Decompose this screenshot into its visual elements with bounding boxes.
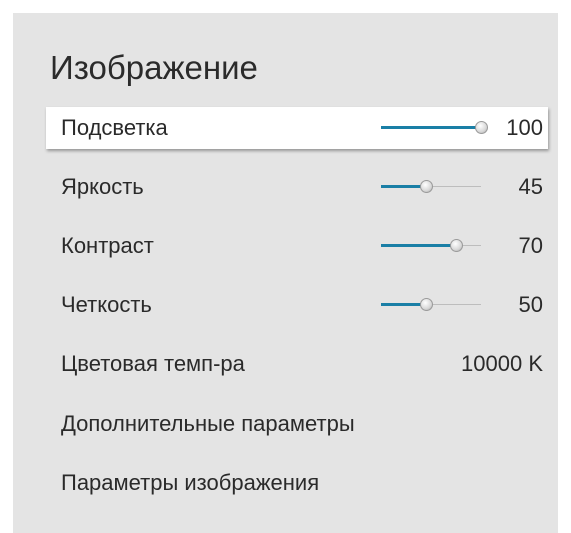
menu-item-label: Цветовая темп-ра: [61, 351, 245, 376]
sharpness-slider[interactable]: [381, 297, 481, 313]
picture-settings-panel: Изображение Подсветка 100 Яркость 45 Кон…: [13, 13, 558, 533]
menu-item-value: 45: [518, 174, 543, 199]
menu-item-label: Яркость: [61, 174, 144, 199]
slider-knob[interactable]: [420, 298, 433, 311]
menu-item-label: Подсветка: [61, 115, 168, 140]
slider-knob[interactable]: [450, 239, 463, 252]
menu-item-value: 70: [518, 233, 543, 258]
menu-item-sharpness[interactable]: Четкость 50: [46, 284, 548, 326]
menu-item-label: Четкость: [61, 292, 152, 317]
slider-fill: [381, 126, 481, 129]
menu-item-label: Параметры изображения: [61, 470, 320, 495]
backlight-slider[interactable]: [381, 120, 488, 136]
menu-item-value: 10000 K: [461, 351, 543, 376]
slider-knob[interactable]: [475, 121, 488, 134]
menu-item-label: Дополнительные параметры: [61, 411, 355, 436]
slider-knob[interactable]: [420, 180, 433, 193]
menu-item-brightness[interactable]: Яркость 45: [46, 166, 548, 208]
menu-item-backlight[interactable]: Подсветка 100: [46, 107, 548, 149]
slider-fill: [381, 244, 456, 247]
menu-item-picture-options[interactable]: Параметры изображения: [46, 462, 548, 504]
menu-item-color-temp[interactable]: Цветовая темп-ра 10000 K: [46, 343, 548, 385]
menu-title: Изображение: [50, 49, 258, 86]
menu-item-value: 50: [518, 292, 543, 317]
contrast-slider[interactable]: [381, 238, 481, 254]
menu-item-label: Контраст: [61, 233, 154, 258]
menu-item-value: 100: [506, 115, 543, 140]
menu-item-contrast[interactable]: Контраст 70: [46, 225, 548, 267]
brightness-slider[interactable]: [381, 179, 481, 195]
menu-item-expert-settings[interactable]: Дополнительные параметры: [46, 403, 548, 445]
